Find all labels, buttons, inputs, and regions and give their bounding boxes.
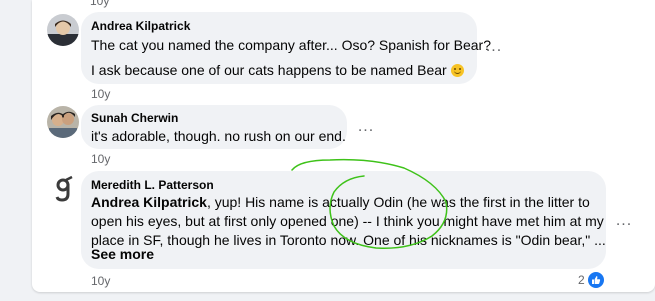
hand-drawn-circle-annotation bbox=[291, 158, 448, 249]
